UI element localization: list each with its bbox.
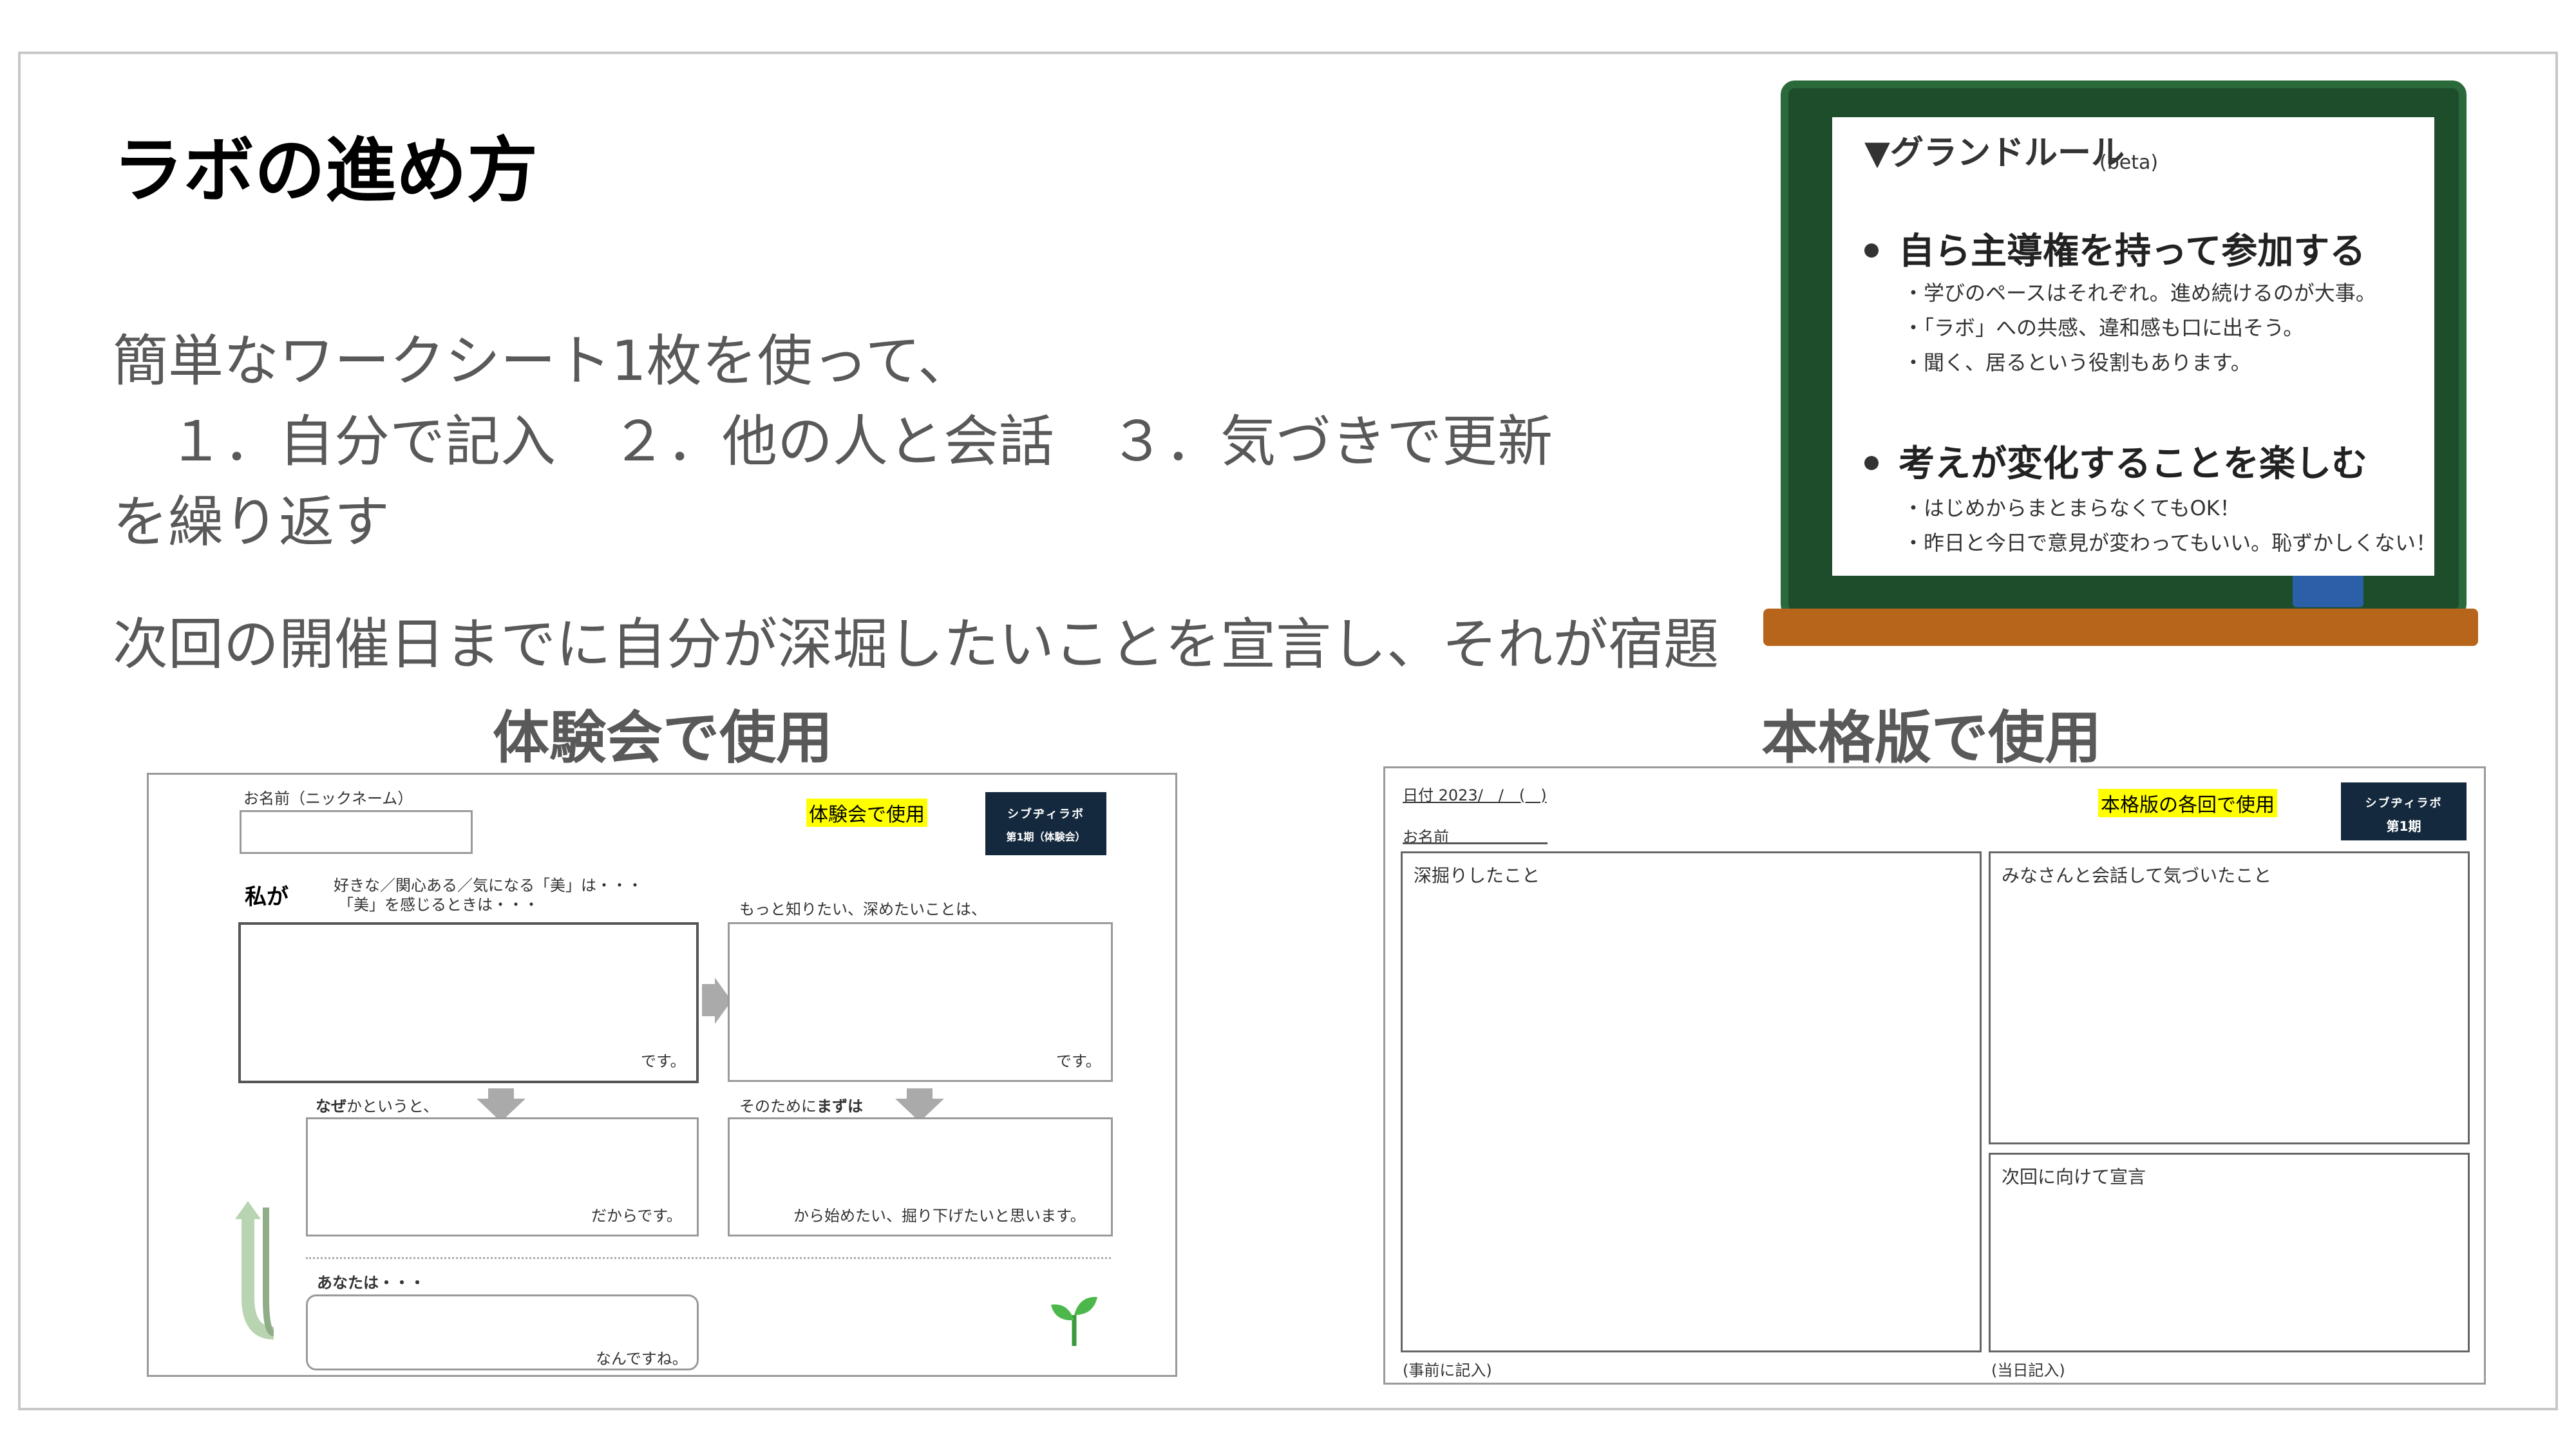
trial-box-like-end: です。 — [641, 1052, 686, 1070]
caption-trial: 体験会で使用 — [493, 705, 833, 771]
full-box-dug-deeper — [1401, 851, 1982, 1352]
trial-name-label: お名前（ニックネーム） — [243, 790, 413, 808]
full-box-declaration-label: 次回に向けて宣言 — [2002, 1166, 2146, 1188]
rule2-item: ・昨日と今日で意見が変わってもいい。恥ずかしくない！ — [1903, 531, 2437, 555]
trial-naze-label: なぜかというと、 — [316, 1094, 439, 1116]
trial-sonotame-bold: まずは — [817, 1097, 863, 1115]
trial-watashi-label: 私が — [245, 884, 289, 910]
trial-name-field — [240, 810, 473, 854]
slide-title: ラボの進め方 — [113, 129, 538, 212]
trial-anata-label: あなたは・・・ — [317, 1274, 425, 1292]
body-line-1: 簡単なワークシート1枚を使って、 — [113, 329, 974, 393]
full-date-label: 日付 2023/ / ( ) — [1403, 786, 1547, 804]
trial-box-summary-end: なんですね。 — [596, 1350, 688, 1368]
full-logo: シブヂィラボ 第1期 — [2341, 782, 2467, 840]
chalkboard-eraser — [2293, 572, 2363, 607]
trial-logo-line2: 第1期（体験会） — [1006, 831, 1086, 843]
trial-logo-line1: シブヂィラボ — [1007, 808, 1084, 821]
body-line-4: 次回の開催日までに自分が深堀したいことを宣言し、それが宿題 — [113, 612, 1719, 677]
rule1-item: ・聞く、居るという役割もあります。 — [1903, 350, 2251, 375]
ground-rules-beta: (beta) — [2099, 151, 2159, 174]
bullet-icon — [1864, 456, 1879, 470]
full-box-dug-deeper-label: 深掘りしたこと — [1414, 865, 1540, 886]
trial-box-reason-end: だからです。 — [591, 1207, 682, 1225]
body-line-3: を繰り返す — [113, 490, 390, 554]
full-box-insights-label: みなさんと会話して気づいたこと — [2002, 865, 2272, 886]
trial-usage-highlight: 体験会で使用 — [806, 799, 927, 827]
full-note-left: (事前に記入) — [1403, 1361, 1492, 1379]
ground-rules-title: ▼グランドルール — [1864, 134, 2125, 173]
trial-box-deeper-end: です。 — [1056, 1052, 1101, 1070]
sprout-icon — [1051, 1296, 1097, 1346]
trial-divider — [306, 1257, 1111, 1259]
rule1-item: ・「ラボ」への共感、違和感も口に出そう。 — [1903, 316, 2304, 340]
trial-prompt2: もっと知りたい、深めたいことは、 — [739, 900, 987, 918]
trial-box-deeper — [728, 922, 1113, 1082]
trial-box-first-step-end: から始めたい、掘り下げたいと思います。 — [793, 1207, 1086, 1225]
trial-naze-rest: かというと、 — [346, 1097, 439, 1115]
arrow-right-icon — [702, 984, 716, 1016]
rule2-item: ・はじめからまとまらなくてもOK！ — [1903, 496, 2240, 520]
trial-box-like — [238, 922, 699, 1083]
rule1-heading: 自ら主導権を持って参加する — [1899, 231, 2366, 272]
full-note-right: (当日記入) — [1991, 1361, 2065, 1379]
caption-full: 本格版で使用 — [1761, 705, 2102, 771]
rule1-item: ・学びのペースはそれぞれ。進め続けるのが大事。 — [1903, 281, 2376, 305]
cycle-arrow-icon — [235, 1201, 275, 1340]
full-logo-line2: 第1期 — [2386, 819, 2421, 834]
bullet-icon — [1864, 243, 1879, 258]
trial-sonotame-label: そのためにまずは — [739, 1094, 863, 1116]
trial-prompt1b: 「美」を感じるときは・・・ — [338, 896, 539, 914]
full-logo-line1: シブヂィラボ — [2365, 797, 2443, 810]
full-box-insights — [1989, 851, 2470, 1144]
full-usage-highlight: 本格版の各回で使用 — [2098, 789, 2277, 817]
trial-naze-bold: なぜ — [316, 1097, 346, 1115]
trial-sonotame-pre: そのために — [739, 1097, 817, 1115]
rule2-heading: 考えが変化することを楽しむ — [1899, 443, 2367, 485]
full-name-underline — [1403, 842, 1548, 844]
chalkboard-ledge — [1763, 609, 2478, 646]
body-line-2: １．自分で記入 ２．他の人と会話 ３．気づきで更新 — [113, 410, 1553, 474]
trial-logo: シブヂィラボ 第1期（体験会） — [985, 792, 1106, 855]
